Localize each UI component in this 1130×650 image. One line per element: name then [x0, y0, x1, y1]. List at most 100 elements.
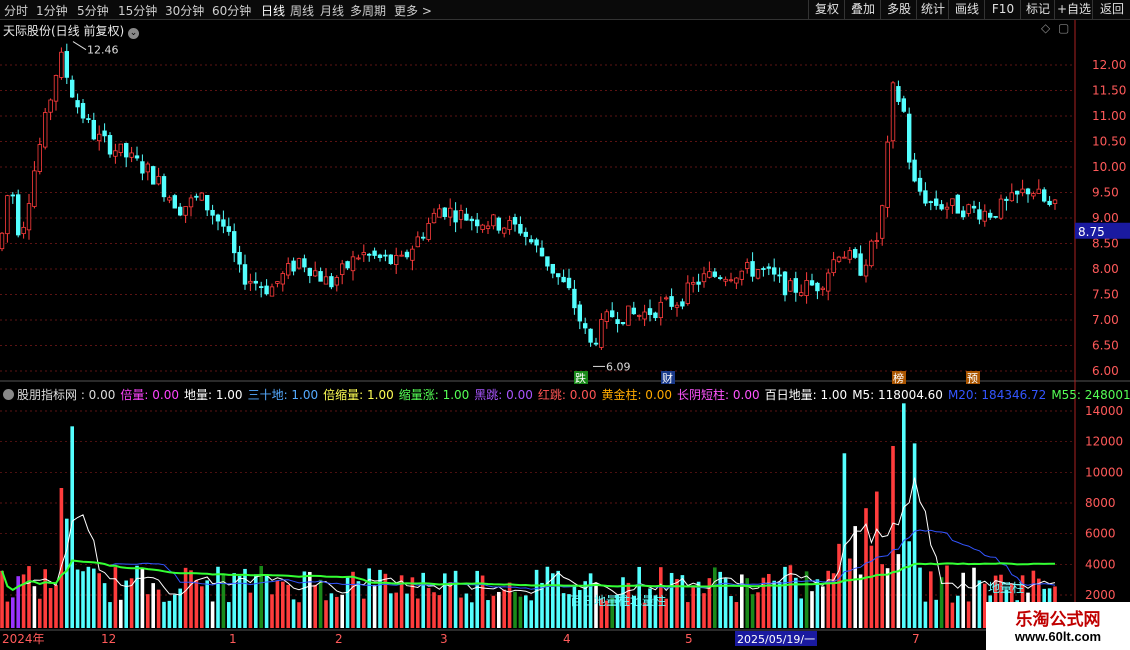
candle-body	[1020, 188, 1025, 194]
volume-bar	[853, 526, 857, 628]
kline-chart[interactable]: 12.0011.5011.0010.5010.009.509.008.508.0…	[0, 0, 1130, 650]
candle-body	[5, 195, 10, 235]
volume-bar	[734, 602, 739, 628]
candle-body	[998, 198, 1004, 219]
candle-body	[1042, 189, 1047, 202]
volume-bar	[275, 580, 280, 628]
candle-body	[167, 197, 172, 201]
volume-bar	[102, 583, 107, 628]
candle-body	[507, 220, 512, 230]
volume-bar	[286, 584, 290, 628]
date-label: 12	[101, 632, 116, 646]
volume-bar	[189, 570, 193, 628]
candle-body	[404, 251, 410, 258]
stock-title: 天际股份(日线 前复权) ⌄	[3, 22, 140, 39]
candle-body	[485, 225, 491, 229]
volume-bar	[848, 558, 852, 628]
candle-body	[815, 282, 820, 292]
candle-body	[869, 240, 874, 267]
candle-body	[874, 240, 879, 242]
candle-body	[124, 143, 129, 158]
volume-bar	[502, 589, 506, 628]
candle-body	[366, 253, 372, 256]
candle-body	[955, 194, 960, 214]
candle-body	[248, 280, 253, 284]
candle-body	[518, 223, 523, 234]
candle-body	[1004, 198, 1009, 201]
candle-body	[993, 216, 998, 218]
volume-bar	[140, 567, 145, 628]
candle-body	[377, 254, 383, 259]
candle-body	[26, 203, 32, 231]
candle-body	[43, 112, 48, 148]
volume-bar	[443, 573, 447, 628]
volume-bar	[902, 403, 906, 628]
candle-body	[86, 118, 91, 120]
candle-body	[842, 256, 847, 259]
candle-body	[556, 273, 561, 278]
date-label: 1	[229, 632, 237, 646]
volume-bar	[551, 573, 555, 628]
candle-body	[118, 143, 123, 153]
volume-bar	[718, 571, 722, 628]
candle-body	[588, 328, 593, 343]
candle-body	[912, 159, 917, 182]
volume-bar	[891, 445, 895, 628]
volume-bar	[232, 573, 236, 628]
indicator-item: M5: 118004.60	[852, 388, 943, 402]
candle-body	[415, 236, 420, 248]
window-icon[interactable]: ▢	[1058, 21, 1069, 35]
candle-body	[863, 264, 869, 277]
candle-body	[474, 219, 480, 227]
candle-body	[750, 261, 755, 277]
candle-body	[107, 135, 113, 155]
indicator-header: 股朋指标网 : 0.00 倍量: 0.00 地量: 1.00 三十地: 1.00 倍缩量…	[3, 386, 1130, 403]
candle-body	[971, 205, 977, 209]
volume-bar	[556, 570, 560, 628]
volume-bar	[113, 567, 118, 628]
volume-bar	[804, 571, 809, 628]
candle-body	[631, 307, 636, 315]
price-tick-label: 10.50	[1092, 135, 1126, 149]
candle-body	[323, 276, 329, 285]
candle-body	[923, 190, 928, 204]
volume-bar	[308, 571, 312, 628]
high-pointer	[72, 41, 87, 51]
watermark-url: www.60lt.com	[1014, 629, 1102, 644]
candle-body	[447, 207, 453, 218]
candle-body	[161, 176, 167, 198]
price-tick-label: 8.00	[1092, 262, 1119, 276]
volume-bar	[340, 594, 344, 628]
volume-bar	[356, 581, 361, 628]
volume-bar	[518, 596, 523, 628]
diamond-icon[interactable]: ◇	[1041, 21, 1050, 35]
volume-tick-label: 4000	[1085, 557, 1116, 571]
candle-body	[177, 206, 183, 216]
volume-bar	[243, 568, 247, 628]
candle-body	[944, 206, 950, 210]
candle-body	[291, 260, 296, 272]
candle-body	[15, 194, 21, 236]
volume-bar	[966, 601, 971, 628]
candle-body	[345, 261, 350, 269]
volume-bar	[86, 566, 91, 628]
volume-bar	[448, 582, 452, 628]
high-price-label: 12.46	[87, 44, 119, 57]
candle-body	[545, 256, 550, 267]
candle-body	[64, 51, 69, 78]
volume-tick-label: 12000	[1085, 435, 1123, 449]
candle-body	[496, 217, 501, 231]
price-tick-label: 11.50	[1092, 84, 1126, 98]
chevron-down-icon[interactable]: ⌄	[128, 28, 140, 39]
indicator-item: 百日地量: 1.00	[764, 388, 848, 402]
volume-bar	[939, 577, 944, 628]
chevron-down-icon[interactable]	[3, 389, 14, 400]
volume-bar	[313, 584, 317, 628]
indicator-item: 黑跳: 0.00	[474, 388, 533, 402]
candle-body	[285, 263, 291, 276]
volume-bar	[421, 572, 425, 628]
volume-bar	[740, 574, 744, 628]
candle-body	[901, 98, 906, 112]
volume-bar	[38, 598, 42, 628]
volume-bar	[335, 596, 339, 628]
